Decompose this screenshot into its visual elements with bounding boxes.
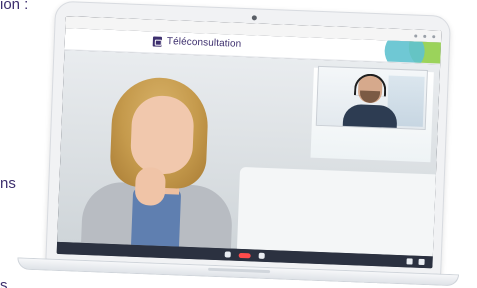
side-text-middle: ns xyxy=(0,175,16,192)
laptop-base-notch xyxy=(208,267,271,274)
microphone-icon[interactable] xyxy=(224,251,231,258)
patient-figure xyxy=(77,69,254,257)
camera-toggle-icon[interactable] xyxy=(258,252,265,259)
teleconsultation-logo-icon xyxy=(152,35,163,47)
patient-hand xyxy=(134,166,167,207)
remote-video xyxy=(57,50,441,257)
end-call-button[interactable] xyxy=(238,252,251,258)
webcam-icon xyxy=(251,15,257,21)
grid-view-icon[interactable] xyxy=(406,258,413,265)
window-dot-icon[interactable] xyxy=(414,33,418,38)
hero-illustration: ion : ns s Téléconsultation xyxy=(0,0,477,288)
window-dot-icon[interactable] xyxy=(432,34,436,38)
view-controls xyxy=(406,258,425,266)
app-title: Téléconsultation xyxy=(166,36,242,50)
local-video-pip[interactable] xyxy=(315,65,428,131)
side-text-bottom: s xyxy=(0,277,8,288)
brand: Téléconsultation xyxy=(152,35,242,50)
laptop-lid: Téléconsultation xyxy=(45,0,452,279)
side-text-top: ion : xyxy=(0,0,29,13)
doctor-body xyxy=(342,103,398,131)
headset-icon xyxy=(353,73,387,97)
laptop-screen: Téléconsultation xyxy=(56,16,442,269)
laptop: Téléconsultation xyxy=(16,0,470,288)
background-sofa xyxy=(236,166,441,257)
window-dot-icon[interactable] xyxy=(423,34,427,38)
patient-face xyxy=(129,94,195,176)
fullscreen-icon[interactable] xyxy=(418,258,425,266)
